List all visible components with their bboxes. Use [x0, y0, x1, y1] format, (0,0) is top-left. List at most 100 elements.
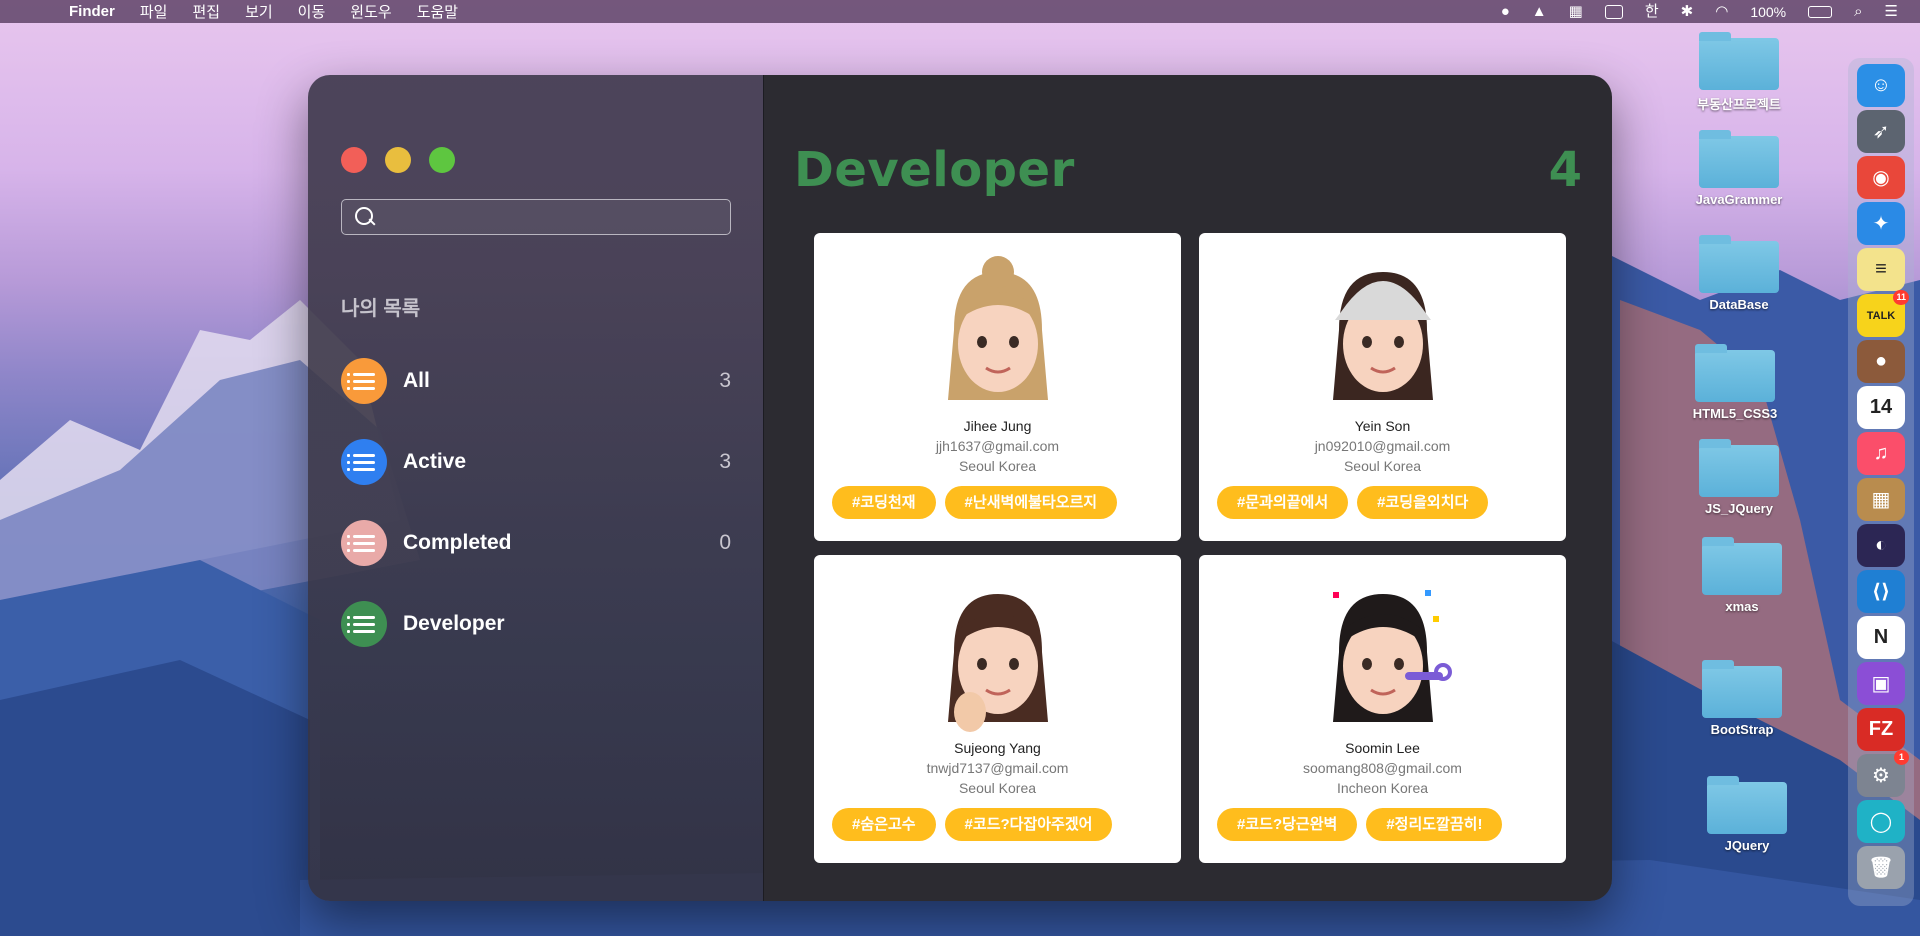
desktop-folder[interactable]: JavaGrammer	[1684, 130, 1794, 207]
tag-chip[interactable]: #코드?다잡아주겠어	[944, 808, 1113, 841]
card-grid: Jihee Jung jjh1637@gmail.com Seoul Korea #코…	[814, 233, 1566, 863]
battery-percent: 100%	[1750, 3, 1787, 20]
tag-chip[interactable]: #난새벽에불타오르지	[944, 486, 1118, 519]
utility-icon[interactable]: ▣	[1857, 662, 1905, 705]
list-item-all[interactable]: All 3	[341, 358, 731, 404]
list-icon	[341, 439, 387, 485]
vscode-icon[interactable]: ⟨⟩	[1857, 570, 1905, 613]
list-menu: All 3 Active 3 Completed 0 Developer	[341, 358, 731, 682]
profile-card[interactable]: Yein Son jn092010@gmail.com Seoul Korea #문과…	[1199, 233, 1566, 541]
notification-status-icon[interactable]: ●	[1501, 0, 1510, 23]
list-item-active[interactable]: Active 3	[341, 439, 731, 485]
desktop-folder[interactable]: DataBase	[1684, 235, 1794, 312]
finder-icon[interactable]: ☺	[1857, 64, 1905, 107]
folder-icon	[1699, 235, 1779, 293]
window-layout-icon[interactable]: ▦	[1569, 0, 1583, 23]
menu-go[interactable]: 이동	[298, 1, 326, 22]
notification-badge: 11	[1893, 290, 1909, 305]
chrome-icon[interactable]: ◉	[1857, 156, 1905, 199]
search-input[interactable]	[384, 208, 724, 226]
menu-window[interactable]: 윈도우	[350, 1, 391, 22]
launchpad-icon[interactable]: ➶	[1857, 110, 1905, 153]
notion-icon[interactable]: N	[1857, 616, 1905, 659]
kakaotalk-icon[interactable]: TALK 11	[1857, 290, 1909, 337]
close-window-button[interactable]	[341, 147, 367, 173]
profile-email: jn092010@gmail.com	[1314, 438, 1451, 454]
page-count: 4	[1548, 142, 1582, 198]
profile-card[interactable]: Jihee Jung jjh1637@gmail.com Seoul Korea #코…	[814, 233, 1181, 541]
dock-app-glyph: ●	[1874, 350, 1888, 372]
desktop-folder-label: HTML5_CSS3	[1692, 406, 1778, 421]
tag-list: #코드?당근완벽 #정리도깔끔히!	[1199, 808, 1503, 841]
dock-app-glyph: ◉	[1872, 167, 1890, 189]
folder-icon	[1699, 130, 1779, 188]
menu-file[interactable]: 파일	[140, 1, 168, 22]
bluetooth-icon[interactable]: ✱	[1681, 0, 1694, 23]
lists-heading: 나의 목록	[341, 298, 421, 320]
desktop-folder[interactable]: BootStrap	[1687, 660, 1797, 737]
menu-view[interactable]: 보기	[245, 1, 273, 22]
list-item-label: Active	[403, 450, 467, 473]
dock-app-glyph: 🗑	[1868, 857, 1894, 879]
menu-help[interactable]: 도움말	[417, 1, 458, 22]
folder-icon	[1695, 344, 1775, 402]
desktop-folder-label: JS_JQuery	[1705, 501, 1773, 516]
list-item-completed[interactable]: Completed 0	[341, 520, 731, 566]
sidebar: 나의 목록 All 3 Active 3 Completed 0 Developer	[308, 75, 764, 901]
tag-chip[interactable]: #숨은고수	[832, 808, 936, 841]
docker-status-icon[interactable]: ▲	[1532, 0, 1547, 23]
tag-chip[interactable]: #문과의끝에서	[1217, 486, 1349, 519]
folder-icon	[1702, 537, 1782, 595]
search-box[interactable]	[341, 199, 731, 235]
input-method-icon[interactable]: 한	[1645, 0, 1659, 23]
battery-icon[interactable]	[1808, 5, 1833, 18]
tag-chip[interactable]: #코딩천재	[832, 486, 936, 519]
system-preferences-icon[interactable]: ⚙ 1	[1857, 750, 1909, 797]
display-icon[interactable]	[1604, 4, 1623, 19]
tag-chip[interactable]: #코드?당근완벽	[1217, 808, 1358, 841]
profile-card[interactable]: Sujeong Yang tnwjd7137@gmail.com Seoul Kor…	[814, 555, 1181, 863]
minimize-window-button[interactable]	[385, 147, 411, 173]
tag-list: #코딩천재 #난새벽에불타오르지	[814, 486, 1118, 519]
dock-app-glyph: FZ	[1868, 718, 1894, 740]
calendar-icon[interactable]: 14	[1857, 386, 1905, 429]
profile-location: Seoul Korea	[958, 780, 1037, 796]
dock-app-glyph: N	[1873, 626, 1889, 648]
safari-icon[interactable]: ✦	[1857, 202, 1905, 245]
messages-icon[interactable]: ◯	[1857, 800, 1905, 843]
list-item-label: All	[403, 369, 430, 392]
folder-icon	[1699, 439, 1779, 497]
folder-icon	[1702, 660, 1782, 718]
tag-chip[interactable]: #정리도깔끔히!	[1366, 808, 1503, 841]
profile-location: Incheon Korea	[1336, 780, 1429, 796]
music-icon[interactable]: ♫	[1857, 432, 1905, 475]
zoom-window-button[interactable]	[429, 147, 455, 173]
filezilla-icon[interactable]: FZ	[1857, 708, 1905, 751]
profile-name: Sujeong Yang	[954, 740, 1041, 756]
wifi-icon[interactable]: ◠	[1715, 0, 1728, 23]
eclipse-icon[interactable]: ◐	[1857, 524, 1905, 567]
list-item-developer[interactable]: Developer	[341, 601, 731, 647]
profile-card[interactable]: Soomin Lee soomang808@gmail.com Incheon Ko…	[1199, 555, 1566, 863]
desktop-folder[interactable]: 부동산프로젝트	[1684, 32, 1794, 113]
control-center-icon[interactable]: ☰	[1885, 0, 1898, 23]
desktop-folder-label: DataBase	[1709, 297, 1769, 312]
menu-app-name[interactable]: Finder	[69, 3, 115, 20]
desktop-folder[interactable]: xmas	[1687, 537, 1797, 614]
desktop-folder[interactable]: JQuery	[1692, 776, 1802, 853]
list-icon	[341, 520, 387, 566]
profile-email: jjh1637@gmail.com	[935, 438, 1060, 454]
profile-name: Soomin Lee	[1345, 740, 1420, 756]
dock-app-glyph: ☺	[1870, 74, 1892, 96]
menu-edit[interactable]: 편집	[192, 1, 220, 22]
desktop-folder[interactable]: JS_JQuery	[1684, 439, 1794, 516]
tag-chip[interactable]: #코딩을외치다	[1357, 486, 1489, 519]
archive-icon[interactable]: ▦	[1857, 478, 1905, 521]
notes-icon[interactable]: ≡	[1857, 248, 1905, 291]
spotlight-icon[interactable]: ⌕	[1854, 0, 1862, 23]
photo-booth-icon[interactable]: ●	[1857, 340, 1905, 383]
trash-icon[interactable]: 🗑	[1857, 846, 1905, 889]
folder-icon	[1699, 32, 1779, 90]
desktop-folder[interactable]: HTML5_CSS3	[1680, 344, 1790, 421]
list-item-label: Completed	[403, 531, 512, 554]
